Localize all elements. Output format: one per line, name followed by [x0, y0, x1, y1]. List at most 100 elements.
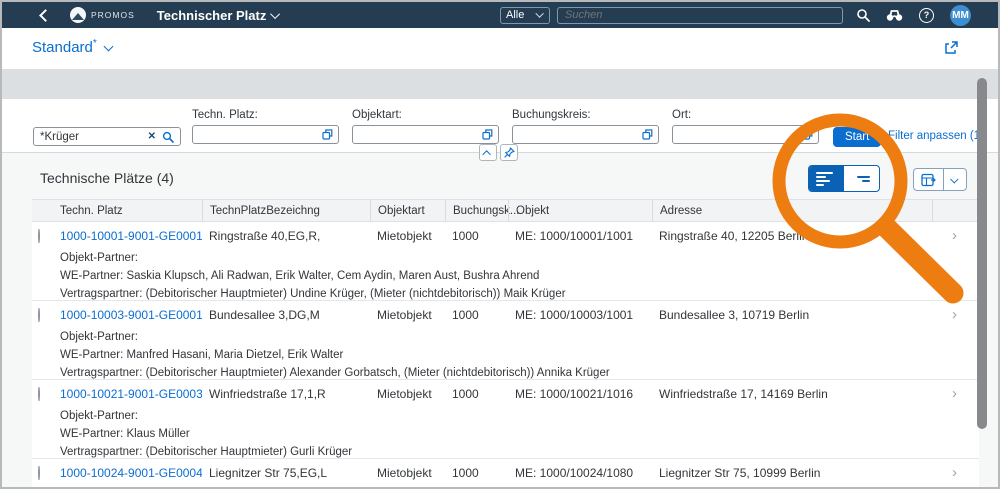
list-view-icon — [857, 176, 870, 178]
table-row[interactable]: 1000-10003-9001-GE0001-1001 Bundesallee … — [32, 301, 979, 380]
cell-bezeichnung: Ringstraße 40,EG,R, — [202, 229, 370, 243]
objekt-partner-line: Objekt-Partner: — [60, 407, 979, 425]
export-menu-button[interactable] — [943, 169, 966, 190]
row-nav-chevron-icon[interactable]: › — [932, 465, 979, 480]
promos-logo-text: PROMOS — [91, 10, 135, 20]
cell-objekt: ME: 1000/10003/1001 — [508, 308, 652, 322]
header-select-col — [32, 200, 60, 221]
detail-view-toggle-button[interactable] — [809, 166, 844, 191]
chevron-down-icon — [103, 42, 113, 52]
col-header-objekt[interactable]: Objekt — [508, 200, 652, 221]
vertical-scrollbar[interactable] — [977, 78, 987, 429]
techn-platz-link[interactable]: 1000-10003-9001-GE0001-1001 — [60, 308, 202, 322]
row-nav-chevron-icon[interactable]: › — [932, 228, 979, 243]
cell-adresse: Bundesallee 3, 10719 Berlin — [652, 308, 932, 322]
filter-label: Techn. Platz: — [192, 109, 339, 121]
binoculars-icon[interactable] — [886, 8, 903, 22]
cell-bezeichnung: Winfriedstraße 17,1,R — [202, 387, 370, 401]
row-radio-button[interactable] — [38, 229, 40, 243]
variant-dirty-marker: * — [93, 38, 97, 49]
collapse-filterbar-button[interactable] — [479, 144, 497, 161]
value-help-icon[interactable] — [482, 129, 493, 140]
cell-objektart: Mietobjekt — [370, 466, 445, 480]
detail-view-icon — [816, 172, 833, 174]
objekt-partner-line: Objekt-Partner: — [60, 328, 979, 346]
filter-input-objektart[interactable] — [352, 125, 499, 144]
filter-label: Ort: — [672, 109, 819, 121]
export-button[interactable] — [914, 169, 943, 190]
global-search-box — [557, 7, 843, 24]
col-header-objektart[interactable]: Objektart — [370, 200, 445, 221]
row-radio-button[interactable] — [38, 466, 40, 480]
cell-bezeichnung: Bundesallee 3,DG,M — [202, 308, 370, 322]
basic-search-input[interactable] — [40, 131, 142, 143]
row-radio-button[interactable] — [38, 387, 40, 401]
back-icon[interactable] — [38, 9, 50, 21]
variant-title: Standard* — [32, 38, 97, 56]
user-avatar[interactable]: MM — [950, 5, 971, 26]
value-help-icon[interactable] — [802, 129, 813, 140]
row-radio-button[interactable] — [38, 308, 40, 322]
table-row-main: 1000-10001-9001-GE0001-1001 Ringstraße 4… — [32, 222, 979, 249]
list-view-toggle-button[interactable] — [844, 166, 879, 191]
filter-input-techn-platz[interactable] — [192, 125, 339, 144]
row-partner-lines: Objekt-Partner: WE-Partner: Klaus Müller… — [60, 407, 979, 459]
filterbar-controls — [479, 144, 518, 161]
promos-logo: PROMOS — [70, 7, 135, 23]
col-header-bezeichnung[interactable]: TechnPlatzBezeichng — [202, 200, 370, 221]
shell-icons: ? MM — [856, 5, 971, 26]
search-icon[interactable] — [856, 8, 870, 22]
promos-logo-icon — [70, 7, 86, 23]
col-header-buchungskreis[interactable]: Buchungsk... — [445, 200, 508, 221]
search-icon[interactable] — [162, 131, 174, 143]
pin-filterbar-button[interactable] — [500, 144, 518, 161]
chevron-up-icon — [482, 150, 490, 158]
cell-objekt: ME: 1000/10024/1080 — [508, 466, 652, 480]
chevron-down-icon — [950, 175, 958, 183]
table-row-main: 1000-10021-9001-GE0003-1016 Winfriedstra… — [32, 380, 979, 407]
objekt-partner-line: Objekt-Partner: — [60, 249, 979, 267]
row-partner-lines: Objekt-Partner: WE-Partner: Manfred Hasa… — [60, 328, 979, 380]
adapt-filters-link[interactable]: Filter anpassen (1) — [888, 130, 984, 142]
techn-platz-link[interactable]: 1000-10001-9001-GE0001-1001 — [60, 229, 202, 243]
table-title: Technische Plätze (4) — [40, 170, 174, 186]
view-toggle — [808, 165, 880, 192]
cell-objekt: ME: 1000/10021/1016 — [508, 387, 652, 401]
value-help-icon[interactable] — [322, 129, 333, 140]
vertragspartner-line: Vertragspartner: (Debitorischer Hauptmie… — [60, 443, 979, 459]
filter-field-objektart: Objektart: — [352, 109, 499, 144]
help-icon[interactable]: ? — [919, 8, 934, 23]
row-nav-chevron-icon[interactable]: › — [932, 307, 979, 322]
app-title-menu[interactable]: Technischer Platz — [157, 8, 281, 23]
search-scope-value: Alle — [506, 9, 524, 21]
col-header-techn-platz[interactable]: Techn. Platz — [60, 200, 202, 221]
we-partner-line: WE-Partner: Klaus Müller — [60, 425, 979, 443]
share-icon[interactable] — [943, 40, 959, 56]
cell-bezeichnung: Liegnitzer Str 75,EG,L — [202, 466, 370, 480]
techn-platz-link[interactable]: 1000-10021-9001-GE0003-1016 — [60, 387, 202, 401]
clear-icon[interactable]: ✕ — [148, 131, 156, 142]
search-scope-select[interactable]: Alle — [500, 7, 550, 24]
col-header-adresse[interactable]: Adresse — [652, 200, 932, 221]
table-row[interactable]: 1000-10001-9001-GE0001-1001 Ringstraße 4… — [32, 222, 979, 301]
table-rows: 1000-10001-9001-GE0001-1001 Ringstraße 4… — [32, 222, 979, 487]
cell-adresse: Ringstraße 40, 12205 Berlin — [652, 229, 932, 243]
variant-selector[interactable]: Standard* — [32, 38, 112, 56]
filter-label: Buchungskreis: — [512, 109, 659, 121]
global-search-input[interactable] — [565, 9, 835, 21]
table-row[interactable]: 1000-10021-9001-GE0003-1016 Winfriedstra… — [32, 380, 979, 459]
techn-platz-link[interactable]: 1000-10024-9001-GE0004-1080 — [60, 466, 202, 480]
table-row-main: 1000-10024-9001-GE0004-1080 Liegnitzer S… — [32, 459, 979, 486]
filter-input-buchungskreis[interactable] — [512, 125, 659, 144]
start-button[interactable]: Start — [833, 127, 881, 147]
variant-bar: Standard* — [2, 28, 998, 69]
app-root: { "colors": { "accent": "#0a6ed1", "shel… — [0, 0, 1000, 489]
functional-locations-table: Techn. Platz TechnPlatzBezeichng Objekta… — [32, 199, 979, 487]
row-partner-lines: Objekt-Partner: WE-Partner: Saskia Klups… — [60, 249, 979, 301]
table-row[interactable]: 1000-10024-9001-GE0004-1080 Liegnitzer S… — [32, 459, 979, 487]
row-nav-chevron-icon[interactable]: › — [932, 386, 979, 401]
value-help-icon[interactable] — [642, 129, 653, 140]
pin-icon — [504, 147, 515, 158]
header-nav-col — [932, 200, 979, 221]
filter-input-ort[interactable] — [672, 125, 819, 144]
